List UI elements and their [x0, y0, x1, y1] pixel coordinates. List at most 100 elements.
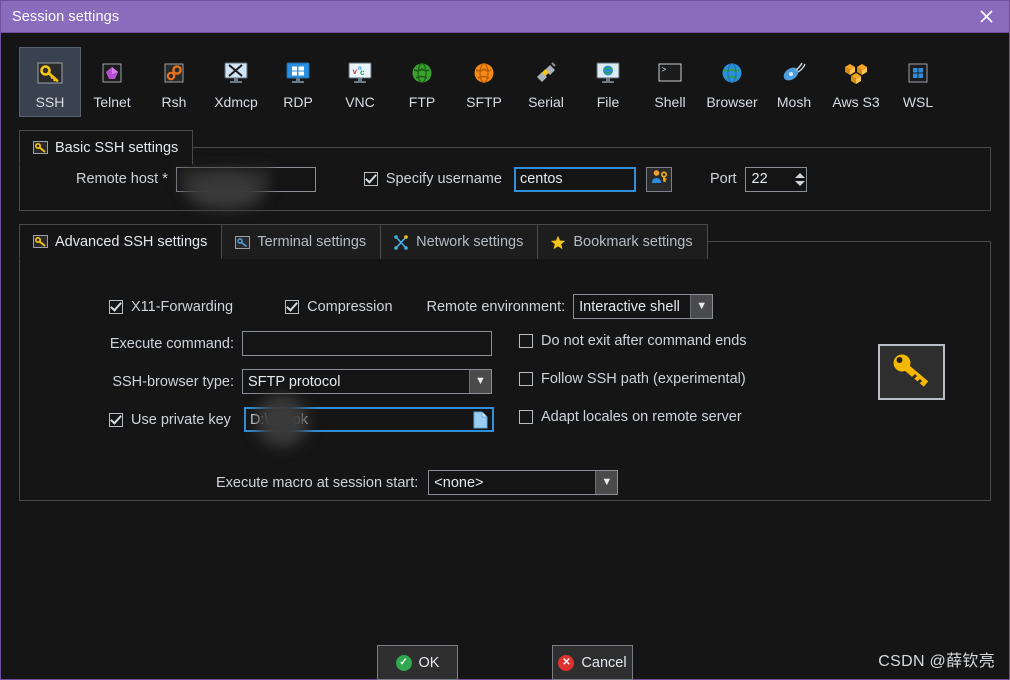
protocol-label: SSH — [36, 94, 65, 110]
execute-macro-value: <none> — [429, 475, 595, 491]
protocol-rsh[interactable]: Rsh — [143, 47, 205, 117]
tab-advanced-ssh-settings[interactable]: Advanced SSH settings — [19, 224, 222, 259]
protocol-telnet[interactable]: Telnet — [81, 47, 143, 117]
protocol-label: Browser — [706, 94, 757, 110]
chevron-down-icon[interactable]: ▼ — [690, 295, 712, 318]
protocol-label: Serial — [528, 94, 564, 110]
protocol-vnc[interactable]: v n c VNC — [329, 47, 391, 117]
private-key-value: D:\ o.ppk — [250, 412, 308, 428]
tab-bookmark-settings[interactable]: Bookmark settings — [537, 224, 707, 259]
green-globe-icon — [407, 58, 437, 88]
specify-username-checkbox[interactable]: Specify username — [364, 171, 502, 187]
ssh-browser-type-select[interactable]: SFTP protocol ▼ — [242, 369, 492, 394]
csdn-watermark: CSDN @薛钦亮 — [878, 647, 995, 671]
x-circle-icon: ✕ — [558, 655, 574, 671]
checkbox-box — [109, 300, 123, 314]
protocol-label: SFTP — [466, 94, 502, 110]
protocol-label: Shell — [654, 94, 685, 110]
ssh-browser-type-label: SSH-browser type: — [109, 374, 234, 390]
compression-checkbox[interactable]: Compression — [285, 299, 392, 315]
compression-label: Compression — [307, 299, 392, 315]
dialog-body: SSH Telnet — [1, 33, 1009, 679]
chevron-down-icon[interactable]: ▼ — [595, 471, 617, 494]
basic-ssh-settings-group: Basic SSH settings Remote host * Specify… — [19, 147, 991, 211]
protocol-selector: SSH Telnet — [1, 33, 1009, 117]
execute-command-input[interactable] — [242, 331, 492, 356]
network-icon — [393, 234, 409, 250]
ok-button[interactable]: ✓ OK — [377, 645, 458, 680]
key-icon — [888, 350, 936, 395]
chevron-down-icon[interactable]: ▼ — [469, 370, 491, 393]
key-icon — [32, 140, 48, 156]
tab-terminal-settings[interactable]: Terminal settings — [221, 224, 381, 259]
cancel-button[interactable]: ✕ Cancel — [552, 645, 633, 680]
user-key-icon — [650, 168, 668, 190]
ssh-browser-type-value: SFTP protocol — [243, 374, 469, 390]
advanced-tab-row: Advanced SSH settings Terminal settings — [19, 224, 707, 259]
protocol-shell[interactable]: > Shell — [639, 47, 701, 117]
use-private-key-checkbox[interactable]: Use private key — [109, 412, 231, 428]
key-icon — [32, 234, 48, 250]
port-spinner[interactable]: 22 — [745, 167, 807, 192]
protocol-label: Aws S3 — [832, 94, 879, 110]
protocol-file[interactable]: File — [577, 47, 639, 117]
protocol-sftp[interactable]: SFTP — [453, 47, 515, 117]
check-circle-icon: ✓ — [396, 655, 412, 671]
protocol-ftp[interactable]: FTP — [391, 47, 453, 117]
window-title: Session settings — [1, 9, 119, 25]
windows-monitor-icon — [283, 58, 313, 88]
protocol-xdmcp[interactable]: Xdmcp — [205, 47, 267, 117]
remote-environment-select[interactable]: Interactive shell ▼ — [573, 294, 713, 319]
aws-cubes-icon — [841, 58, 871, 88]
checkbox-box — [519, 372, 533, 386]
protocol-wsl[interactable]: WSL — [887, 47, 949, 117]
protocol-label: Mosh — [777, 94, 811, 110]
protocol-mosh[interactable]: Mosh — [763, 47, 825, 117]
username-input[interactable]: centos — [514, 167, 636, 192]
execute-command-label: Execute command: — [109, 336, 234, 352]
checkbox-box — [519, 410, 533, 424]
username-value: centos — [520, 171, 563, 187]
serial-plug-icon — [531, 58, 561, 88]
specify-username-label: Specify username — [386, 171, 502, 187]
execute-macro-select[interactable]: <none> ▼ — [428, 470, 618, 495]
x11-forwarding-checkbox[interactable]: X11-Forwarding — [109, 299, 233, 315]
username-picker-button[interactable] — [646, 167, 672, 192]
svg-text:v: v — [353, 67, 358, 76]
protocol-label: File — [597, 94, 620, 110]
protocol-ssh[interactable]: SSH — [19, 47, 81, 117]
checkbox-box — [519, 334, 533, 348]
tab-network-settings[interactable]: Network settings — [380, 224, 538, 259]
advanced-settings-group: Advanced SSH settings Terminal settings — [19, 241, 991, 501]
protocol-browser[interactable]: Browser — [701, 47, 763, 117]
protocol-label: Rsh — [162, 94, 187, 110]
port-stepper-arrows[interactable] — [794, 168, 806, 191]
protocol-serial[interactable]: Serial — [515, 47, 577, 117]
purple-gem-icon — [97, 58, 127, 88]
close-button[interactable] — [963, 1, 1009, 32]
do-not-exit-checkbox[interactable]: Do not exit after command ends — [519, 333, 747, 349]
x-monitor-icon — [221, 58, 251, 88]
protocol-aws-s3[interactable]: Aws S3 — [825, 47, 887, 117]
checkbox-box — [285, 300, 299, 314]
tab-label: Advanced SSH settings — [55, 234, 207, 250]
close-icon — [979, 9, 994, 24]
protocol-rdp[interactable]: RDP — [267, 47, 329, 117]
adapt-locales-checkbox[interactable]: Adapt locales on remote server — [519, 409, 742, 425]
remote-environment-value: Interactive shell — [574, 299, 690, 315]
private-key-input[interactable]: D:\ o.ppk — [244, 407, 494, 432]
follow-ssh-path-checkbox[interactable]: Follow SSH path (experimental) — [519, 371, 746, 387]
svg-text:c: c — [360, 68, 365, 77]
dialog-buttons: ✓ OK ✕ Cancel — [1, 645, 1009, 680]
title-bar: Session settings — [1, 1, 1009, 33]
do-not-exit-label: Do not exit after command ends — [541, 333, 747, 349]
blue-globe-icon — [717, 58, 747, 88]
star-icon — [550, 234, 566, 250]
x11-forwarding-label: X11-Forwarding — [131, 299, 233, 315]
file-icon[interactable] — [473, 411, 488, 429]
chevron-up-icon — [795, 173, 805, 178]
remote-host-input[interactable] — [176, 167, 316, 192]
checkbox-box — [364, 172, 378, 186]
tab-basic-ssh-settings[interactable]: Basic SSH settings — [19, 130, 193, 165]
terminal-blue-icon — [234, 234, 250, 250]
